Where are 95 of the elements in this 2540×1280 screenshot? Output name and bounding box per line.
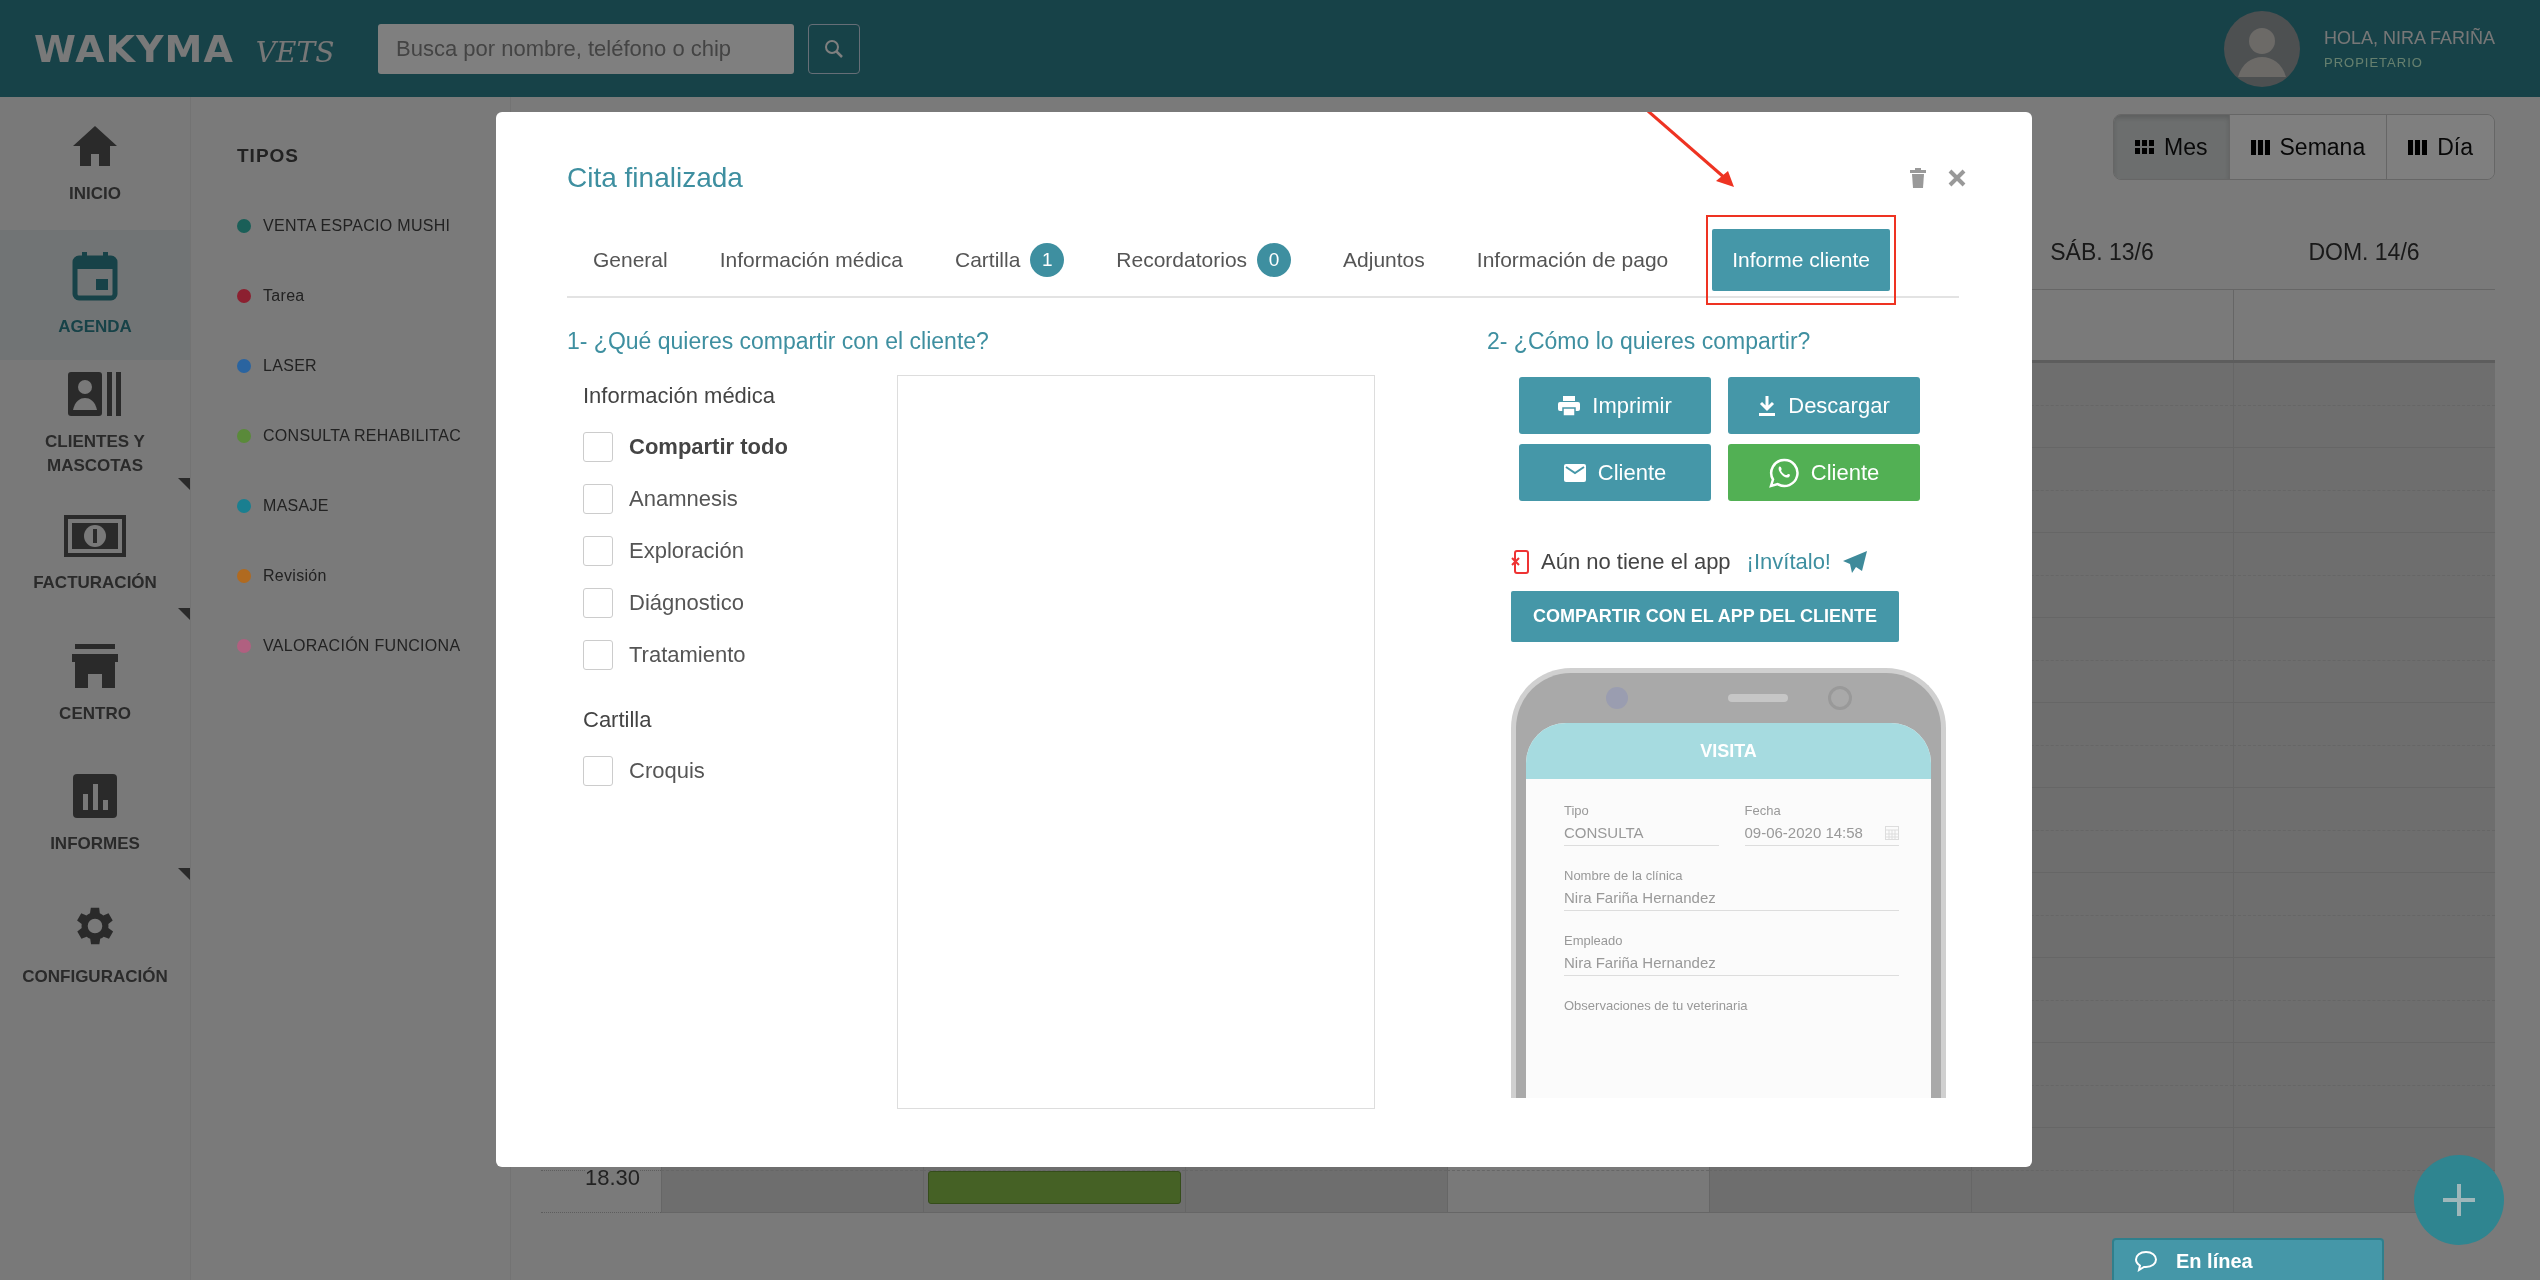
tab[interactable]: Información médica xyxy=(699,229,923,291)
calendar-cell[interactable] xyxy=(923,1170,1185,1213)
trash-icon[interactable] xyxy=(1910,168,1926,188)
count-badge: 0 xyxy=(1257,243,1292,277)
view-button[interactable]: Día xyxy=(2386,115,2494,179)
banknote-icon xyxy=(64,515,126,558)
store-icon xyxy=(72,644,118,689)
bar-chart-icon xyxy=(73,774,117,819)
nav-item[interactable]: CENTRO xyxy=(0,620,190,750)
chat-button[interactable]: En línea xyxy=(2112,1238,2384,1280)
type-label: CONSULTA REHABILITAC xyxy=(263,427,462,445)
checkbox[interactable] xyxy=(583,484,613,514)
field-value: CONSULTA xyxy=(1564,824,1719,846)
field-label: Tipo xyxy=(1564,803,1590,818)
user-role: PROPIETARIO xyxy=(2324,54,2424,70)
nav-item[interactable]: INICIO xyxy=(0,100,190,230)
phone-screen-header: VISITA xyxy=(1526,723,1931,779)
avatar[interactable] xyxy=(2224,10,2300,87)
checkbox[interactable] xyxy=(583,640,613,670)
speech-bubble-icon xyxy=(2134,1250,2158,1272)
type-label: Revisión xyxy=(263,567,327,585)
tab[interactable]: Información de pago xyxy=(1456,229,1689,291)
tab[interactable]: Informe cliente xyxy=(1712,229,1890,291)
nav-item[interactable]: FACTURACIÓN xyxy=(0,490,190,620)
no-phone-icon xyxy=(1511,550,1529,574)
share-button[interactable]: Descargar xyxy=(1728,377,1920,434)
field-value: 09-06-2020 14:58 xyxy=(1744,824,1899,846)
no-app-text: Aún no tiene el app xyxy=(1541,549,1731,575)
type-label: MASAJE xyxy=(263,497,329,515)
tab[interactable]: General xyxy=(573,229,688,291)
field-label: Nombre de la clínica xyxy=(1564,868,1684,883)
contact-card-icon xyxy=(68,372,122,417)
nav-item[interactable]: INFORMES xyxy=(0,750,190,880)
nav-item[interactable]: AGENDA xyxy=(0,230,190,360)
field-label: Fecha xyxy=(1744,803,1782,818)
field-label: Empleado xyxy=(1564,933,1624,948)
search-button[interactable] xyxy=(808,23,860,74)
user-greeting: HOLA, NIRA FARIÑA xyxy=(2324,27,2497,49)
group-heading: Información médica xyxy=(583,383,776,409)
home-icon xyxy=(71,124,119,169)
type-label: Tarea xyxy=(263,287,305,305)
option-label: Anamnesis xyxy=(629,486,738,512)
field-label: Observaciones de tu veterinaria xyxy=(1564,998,1749,1013)
chat-bubble-icon xyxy=(1768,457,1799,488)
search-field[interactable]: Busca por nombre, teléfono o chip xyxy=(378,23,794,74)
tab[interactable]: Recordatorios 0 xyxy=(1096,229,1312,291)
envelope-icon xyxy=(1563,463,1586,482)
count-badge: 1 xyxy=(1030,243,1065,277)
invite-link[interactable]: ¡Invítalo! xyxy=(1746,549,1831,575)
field-value: Nira Fariña Hernandez xyxy=(1564,889,1899,911)
columns-icon xyxy=(2408,139,2428,155)
checkbox[interactable] xyxy=(583,588,613,618)
option-label: Compartir todo xyxy=(629,434,788,460)
calendar-icon xyxy=(72,251,118,302)
printer-icon xyxy=(1558,395,1581,416)
tab[interactable]: Cartilla 1 xyxy=(934,229,1085,291)
section-heading: 2- ¿Cómo lo quieres compartir? xyxy=(1487,328,1812,355)
share-button[interactable]: Cliente xyxy=(1519,444,1711,501)
checkbox[interactable] xyxy=(583,536,613,566)
option-label: Tratamiento xyxy=(629,642,746,668)
view-button[interactable]: Mes xyxy=(2114,115,2229,179)
columns-icon xyxy=(2250,139,2270,155)
option-label: Croquis xyxy=(629,758,705,784)
nav-item[interactable]: CONFIGURACIÓN xyxy=(0,880,190,1010)
download-icon xyxy=(1758,395,1777,416)
share-button[interactable]: Cliente xyxy=(1728,444,1920,501)
calendar-cell[interactable] xyxy=(2233,363,2495,406)
speaker-grille xyxy=(1728,694,1788,702)
share-button[interactable]: Imprimir xyxy=(1519,377,1711,434)
option-label: Exploración xyxy=(629,538,744,564)
checkbox[interactable] xyxy=(583,432,613,462)
event-block[interactable] xyxy=(928,1170,1181,1204)
day-header: DOM. 14/6 xyxy=(2308,238,2420,265)
group-heading: Cartilla xyxy=(583,707,653,733)
type-label: VENTA ESPACIO MUSHI xyxy=(263,217,451,235)
nav-item[interactable]: CLIENTES Y MASCOTAS xyxy=(0,360,190,490)
logo-subtitle: VETS xyxy=(255,35,335,69)
modal-title: Cita finalizada xyxy=(567,162,744,194)
calendar-icon xyxy=(1885,825,1899,840)
view-button[interactable]: Semana xyxy=(2228,115,2387,179)
checkbox[interactable] xyxy=(583,756,613,786)
share-app-button[interactable]: COMPARTIR CON EL APP DEL CLIENTE xyxy=(1511,591,1900,642)
section-heading: 1- ¿Qué quieres compartir con el cliente? xyxy=(567,328,990,355)
calendar-cell[interactable] xyxy=(661,1170,923,1213)
tab[interactable]: Adjuntos xyxy=(1323,229,1445,291)
grid-icon xyxy=(2135,139,2155,155)
day-header: SÁB. 13/6 xyxy=(2050,238,2154,265)
types-heading: TIPOS xyxy=(237,145,300,167)
option-label: Diágnostico xyxy=(629,590,744,616)
field-value: Nira Fariña Hernandez xyxy=(1564,954,1899,976)
paper-plane-icon[interactable] xyxy=(1843,551,1867,573)
close-icon[interactable] xyxy=(1948,169,1966,187)
type-label: LASER xyxy=(263,357,317,375)
type-label: VALORACIÓN FUNCIONA xyxy=(263,637,461,655)
logo-text: WAKYMA xyxy=(34,26,234,71)
